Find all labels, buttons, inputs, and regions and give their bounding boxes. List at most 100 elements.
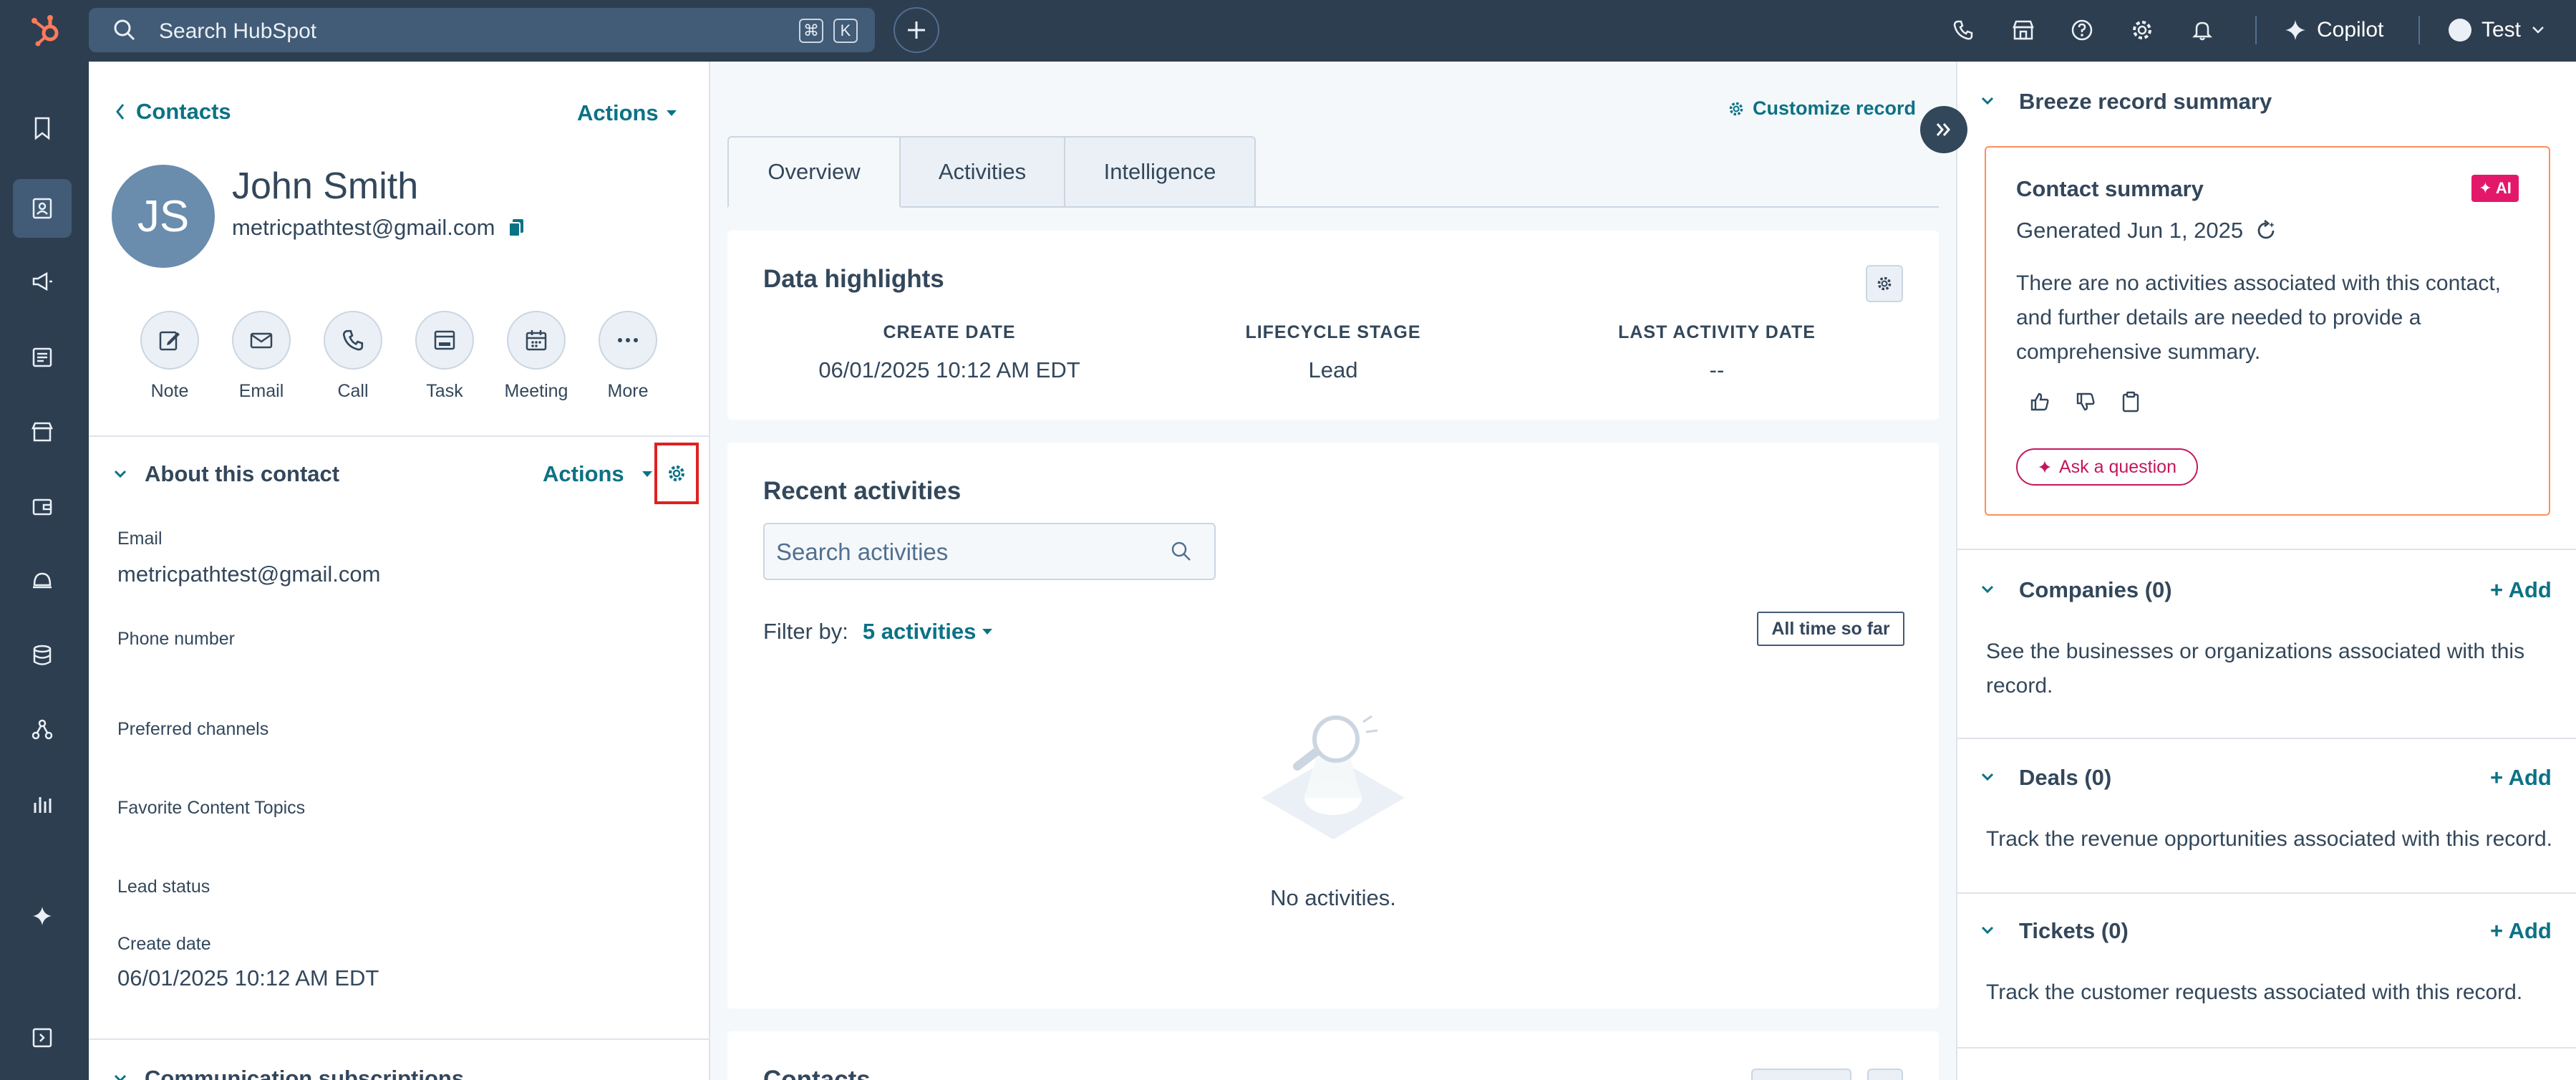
activity-type-filter-dropdown[interactable]: 5 activities: [863, 619, 994, 645]
chevron-left-icon: [116, 104, 125, 120]
companies-description: See the businesses or organizations asso…: [1986, 640, 2525, 698]
breeze-sparkle-icon[interactable]: [13, 887, 72, 945]
field-value-email[interactable]: metricpathtest@gmail.com: [117, 561, 380, 587]
time-range-button[interactable]: All time so far: [1757, 612, 1904, 646]
add-deal-button[interactable]: + Add: [2490, 765, 2552, 791]
activity-type-filter-value: 5 activities: [862, 619, 977, 644]
highlight-create-date: CREATE DATE 06/01/2025 10:12 AM EDT: [763, 322, 1136, 383]
deals-description: Track the revenue opportunities associat…: [1986, 827, 2552, 851]
account-name: Test: [2481, 18, 2522, 42]
task-action-button[interactable]: Task: [405, 311, 484, 402]
record-tabs: Overview Activities Intelligence: [727, 136, 1256, 208]
chevron-down-icon[interactable]: [1980, 584, 1995, 594]
tickets-section-title[interactable]: Tickets (0): [2019, 918, 2129, 944]
meeting-action-button[interactable]: Meeting: [497, 311, 576, 402]
topbar-divider: [2255, 16, 2257, 44]
empty-state-illustration: [1262, 715, 1405, 839]
notifications-bell-icon[interactable]: [2188, 16, 2217, 44]
chevron-down-icon[interactable]: [1980, 925, 1995, 935]
double-chevron-right-icon: [1936, 123, 1950, 136]
help-icon[interactable]: [2068, 16, 2096, 44]
highlights-settings-button[interactable]: [1866, 265, 1903, 302]
phone-icon[interactable]: [1949, 16, 1977, 44]
companies-section-title[interactable]: Companies (0): [2019, 577, 2172, 603]
service-icon[interactable]: [13, 550, 72, 609]
breeze-summary-title[interactable]: Breeze record summary: [2019, 89, 2272, 115]
email-action-label: Email: [238, 381, 284, 401]
thumbs-down-icon[interactable]: [2075, 391, 2096, 413]
sales-wallet-icon[interactable]: [13, 477, 72, 536]
tab-overview[interactable]: Overview: [727, 136, 901, 208]
data-database-icon[interactable]: [13, 626, 72, 685]
add-ticket-button[interactable]: + Add: [2490, 918, 2552, 944]
chevron-down-icon: [114, 470, 127, 478]
about-settings-gear-button[interactable]: [654, 443, 699, 504]
record-actions-dropdown[interactable]: Actions: [577, 100, 677, 126]
tab-intelligence[interactable]: Intelligence: [1065, 136, 1256, 208]
chevron-down-icon[interactable]: [1980, 96, 1995, 106]
call-action-button[interactable]: Call: [314, 311, 392, 402]
contacts-add-button[interactable]: [1751, 1069, 1851, 1080]
collapse-sidebar-button[interactable]: [1920, 106, 1967, 153]
about-contact-toggle[interactable]: About this contact: [113, 461, 339, 487]
more-action-button[interactable]: More: [589, 311, 667, 402]
bookmarks-icon[interactable]: [13, 99, 72, 158]
contacts-settings-button[interactable]: [1867, 1069, 1903, 1080]
highlight-last-activity-value: --: [1709, 357, 1725, 382]
thumbs-up-icon[interactable]: [2029, 391, 2050, 413]
add-company-button[interactable]: + Add: [2490, 577, 2552, 603]
ask-a-question-button[interactable]: Ask a question: [2016, 448, 2198, 486]
commerce-store-icon[interactable]: [13, 402, 72, 461]
expand-nav-icon[interactable]: [13, 1008, 72, 1067]
reporting-chart-icon[interactable]: [13, 775, 72, 834]
ellipsis-icon: [618, 338, 638, 342]
settings-gear-icon[interactable]: [2128, 16, 2156, 44]
field-label-lead-status: Lead status: [117, 877, 210, 897]
tab-activities[interactable]: Activities: [901, 136, 1065, 208]
contacts-nav-icon[interactable]: [13, 179, 72, 238]
record-actions-label: Actions: [577, 100, 659, 125]
ask-a-question-label: Ask a question: [2059, 456, 2176, 477]
about-actions-dropdown[interactable]: Actions: [543, 461, 653, 487]
right-divider-1: [1957, 549, 2576, 550]
create-new-button[interactable]: [894, 7, 939, 53]
chevron-down-icon[interactable]: [1980, 772, 1995, 782]
email-action-button[interactable]: Email: [222, 311, 301, 402]
account-menu[interactable]: Test: [2449, 13, 2545, 47]
note-action-button[interactable]: Note: [130, 311, 209, 402]
copilot-button[interactable]: Copilot: [2284, 13, 2383, 47]
content-icon[interactable]: [13, 328, 72, 387]
customize-record-link[interactable]: Customize record: [1728, 97, 1916, 120]
deals-section-title[interactable]: Deals (0): [2019, 765, 2111, 791]
marketing-megaphone-icon[interactable]: [13, 252, 72, 311]
copy-clipboard-icon[interactable]: [2121, 391, 2141, 413]
ai-badge: ✦ AI: [2471, 175, 2519, 202]
global-search-input[interactable]: Search HubSpot ⌘ K: [89, 8, 875, 52]
about-contact-title: About this contact: [145, 461, 340, 486]
more-action-label: More: [607, 381, 649, 401]
copy-icon[interactable]: [508, 218, 525, 238]
global-search-placeholder: Search HubSpot: [159, 19, 317, 43]
highlight-last-activity-header: LAST ACTIVITY DATE: [1618, 322, 1816, 342]
search-activities-input[interactable]: Search activities: [763, 523, 1216, 580]
communication-subscriptions-title: Communication subscriptions: [145, 1066, 465, 1080]
search-icon: [1170, 540, 1193, 563]
note-pencil-icon: [159, 331, 180, 351]
field-label-favorite-topics: Favorite Content Topics: [117, 798, 306, 818]
automation-icon[interactable]: [13, 700, 72, 759]
hubspot-logo-icon[interactable]: [29, 13, 63, 47]
field-value-create-date[interactable]: 06/01/2025 10:12 AM EDT: [117, 965, 379, 991]
note-action-label: Note: [150, 381, 189, 401]
back-to-contacts-link[interactable]: Contacts: [115, 99, 231, 125]
communication-subscriptions-toggle[interactable]: Communication subscriptions: [113, 1066, 464, 1080]
contact-avatar[interactable]: JS: [112, 165, 215, 268]
settings-gear-icon: [669, 466, 684, 481]
right-divider-2: [1957, 738, 2576, 739]
activity-filter: Filter by: 5 activities: [763, 619, 993, 645]
task-icon: [434, 330, 455, 350]
summary-text: There are no activities associated with …: [2016, 271, 2501, 364]
highlight-create-date-header: CREATE DATE: [883, 322, 1016, 342]
regenerate-icon[interactable]: [2255, 219, 2277, 242]
tickets-description: Track the customer requests associated w…: [1986, 980, 2523, 1004]
marketplace-icon[interactable]: [2009, 16, 2038, 44]
